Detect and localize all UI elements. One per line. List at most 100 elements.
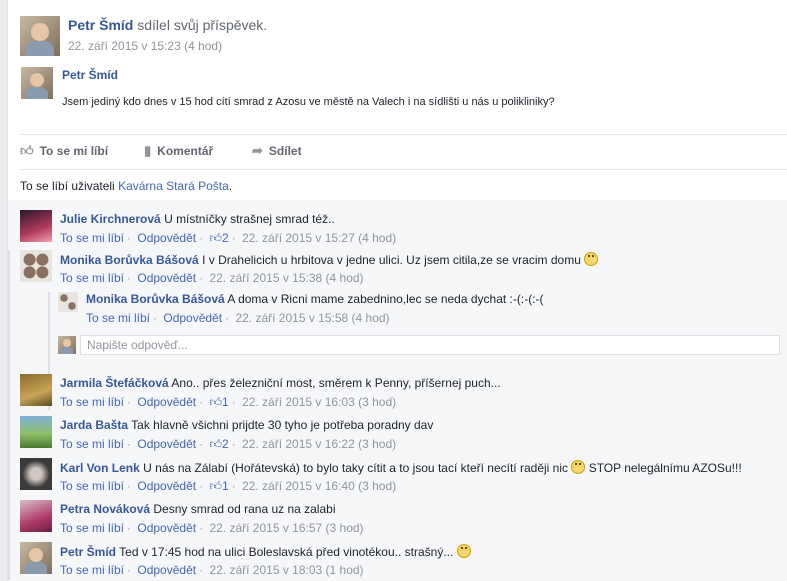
comment-label: Komentář [157, 144, 214, 158]
comment-like-link[interactable]: To se mi líbí [60, 521, 124, 535]
comment-like-link[interactable]: To se mi líbí [60, 563, 124, 577]
commenter-avatar[interactable] [20, 374, 52, 406]
comment-body: Petr Šmíd Ted v 17:45 hod na ulici Boles… [60, 544, 471, 559]
like-count-icon: 👍︎ [209, 437, 222, 451]
post-card: Petr Šmíd sdílel svůj příspěvek. 22. zář… [7, 0, 787, 581]
comment-reply-link[interactable]: Odpovědět [137, 521, 196, 535]
comment-author[interactable]: Jarmila Štefáčková [60, 376, 169, 390]
comment-body: Monika Borůvka Bášová I v Drahelicich u … [60, 252, 599, 267]
smiley-emoji-icon [584, 252, 599, 266]
comment-text: U místníčky strašnej smrad též.. [164, 212, 335, 226]
reply-meta: To se mi líbí · Odpovědět · 22. září 2015 … [86, 311, 390, 325]
commenter-avatar[interactable] [20, 416, 52, 448]
divider [20, 134, 787, 135]
comment-reply-link[interactable]: Odpovědět [137, 437, 196, 451]
comment-icon: ▮ [144, 143, 152, 158]
comment-body: Jarda Bašta Tak hlavně všichni prijdte 3… [60, 418, 433, 432]
comment-meta: To se mi líbí · Odpovědět · 👍︎2 · 22. září … [60, 231, 397, 245]
comment-author[interactable]: Petra Nováková [60, 502, 150, 516]
likes-prefix: To se líbí uživateli [20, 179, 115, 193]
comment-like-link[interactable]: To se mi líbí [60, 271, 124, 285]
share-button[interactable]: ➦ Sdílet [252, 143, 302, 159]
share-action-text: sdílel svůj příspěvek. [137, 17, 268, 33]
comment-time[interactable]: 22. září 2015 v 16:22 (3 hod) [242, 437, 396, 451]
likes-suffix: . [228, 179, 233, 193]
like-button[interactable]: 👍︎ To se mi líbí [20, 143, 109, 159]
comment-time[interactable]: 22. září 2015 v 15:27 (4 hod) [242, 231, 396, 245]
comment-time[interactable]: 22. září 2015 v 16:57 (3 hod) [209, 521, 363, 535]
comment-meta: To se mi líbí · Odpovědět · 👍︎1 · 22. září … [60, 395, 397, 409]
thumbs-up-icon: 👍︎ [20, 143, 34, 158]
comment-meta: To se mi líbí · Odpovědět · 22. září 2015 … [60, 271, 364, 285]
reply-author[interactable]: Monika Borůvka Bášová [86, 292, 225, 306]
comment-time[interactable]: 22. září 2015 v 16:03 (3 hod) [242, 395, 396, 409]
comment-author[interactable]: Jarda Bašta [60, 418, 128, 432]
comment-meta: To se mi líbí · Odpovědět · 22. září 2015 … [60, 521, 364, 535]
author-avatar[interactable] [20, 16, 60, 56]
like-count-icon: 👍︎ [209, 479, 222, 493]
post-header-line: Petr Šmíd sdílel svůj příspěvek. [68, 17, 267, 33]
like-label: To se mi líbí [39, 144, 109, 158]
comment-text: I v Drahelicich u hrbitova v jedne ulici… [202, 253, 581, 267]
commenter-avatar[interactable] [20, 542, 52, 574]
comment-like-link[interactable]: To se mi líbí [60, 437, 124, 451]
commenter-avatar[interactable] [20, 500, 52, 532]
smiley-emoji-icon [571, 460, 586, 474]
comment-text: Desny smrad od rana uz na zalabi [153, 502, 336, 516]
comment-reply-link[interactable]: Odpovědět [137, 563, 196, 577]
comment-author[interactable]: Petr Šmíd [60, 545, 116, 559]
comments-section: Julie Kirchnerová U místníčky strašnej s… [8, 200, 787, 581]
share-arrow-icon: ➦ [252, 143, 263, 158]
post-text: Jsem jediný kdo dnes v 15 hod cítí smrad… [62, 96, 555, 108]
thread-bar [8, 372, 10, 580]
comment-time[interactable]: 22. září 2015 v 16:40 (3 hod) [242, 479, 396, 493]
share-label: Sdílet [268, 144, 302, 158]
like-count[interactable]: 2 [222, 437, 229, 451]
comment-reply-link[interactable]: Odpovědět [137, 395, 196, 409]
comment-time[interactable]: 22. září 2015 v 18:03 (1 hod) [209, 563, 363, 577]
like-count[interactable]: 2 [222, 231, 229, 245]
comment-author[interactable]: Karl Von Lenk [60, 461, 140, 475]
comment-body: Karl Von Lenk U nás na Zálabí (Hořátevsk… [60, 460, 742, 475]
commenter-avatar[interactable] [20, 250, 52, 282]
comment-like-link[interactable]: To se mi líbí [60, 231, 124, 245]
reply-reply-link[interactable]: Odpovědět [163, 311, 222, 325]
comment-meta: To se mi líbí · Odpovědět · 👍︎2 · 22. září … [60, 437, 397, 451]
reply-like-link[interactable]: To se mi líbí [86, 311, 150, 325]
comment-reply-link[interactable]: Odpovědět [137, 479, 196, 493]
comment-text: U nás na Zálabí (Hořátevská) to bylo tak… [143, 461, 568, 475]
comment-author[interactable]: Julie Kirchnerová [60, 212, 161, 226]
reply-time[interactable]: 22. září 2015 v 15:58 (4 hod) [235, 311, 389, 325]
like-count-icon: 👍︎ [209, 395, 222, 409]
comment-body: Jarmila Štefáčková Ano.. přes železniční… [60, 376, 501, 390]
shared-author-avatar[interactable] [21, 67, 53, 99]
liker-link[interactable]: Kavárna Stará Pošta [118, 179, 229, 193]
like-count[interactable]: 1 [222, 479, 229, 493]
comment-body: Julie Kirchnerová U místníčky strašnej s… [60, 212, 335, 226]
commenter-avatar[interactable] [20, 210, 52, 242]
comment-author[interactable]: Monika Borůvka Bášová [60, 253, 199, 267]
replies-block: Monika Borůvka Bášová A doma v Ricni mam… [48, 292, 787, 410]
reply-text: A doma v Ricni mame zabednino,lec se ned… [227, 292, 544, 306]
comment-like-link[interactable]: To se mi líbí [60, 395, 124, 409]
author-name[interactable]: Petr Šmíd [68, 17, 133, 33]
comment-meta: To se mi líbí · Odpovědět · 22. září 2015 … [60, 563, 364, 577]
commenter-avatar[interactable] [20, 458, 52, 490]
comment-like-link[interactable]: To se mi líbí [60, 479, 124, 493]
like-count[interactable]: 1 [222, 395, 229, 409]
comment-reply-link[interactable]: Odpovědět [137, 231, 196, 245]
comment-reply-link[interactable]: Odpovědět [137, 271, 196, 285]
likes-summary: To se líbí uživateli Kavárna Stará Pošta… [20, 179, 232, 193]
reply-avatar[interactable] [58, 292, 78, 312]
comment-body: Petra Nováková Desny smrad od rana uz na… [60, 502, 336, 516]
comment-button[interactable]: ▮ Komentář [144, 143, 214, 159]
comment-text: Ano.. přes železniční most, směrem k Pen… [171, 376, 501, 390]
shared-author-name[interactable]: Petr Šmíd [62, 68, 118, 82]
post-header [20, 16, 60, 59]
current-user-avatar [58, 336, 76, 354]
smiley-emoji-icon [456, 544, 471, 558]
post-timestamp[interactable]: 22. září 2015 v 15:23 (4 hod) [68, 39, 222, 53]
divider [20, 169, 787, 170]
comment-time[interactable]: 22. září 2015 v 15:38 (4 hod) [209, 271, 363, 285]
reply-input[interactable]: Napište odpověď... [80, 335, 780, 355]
